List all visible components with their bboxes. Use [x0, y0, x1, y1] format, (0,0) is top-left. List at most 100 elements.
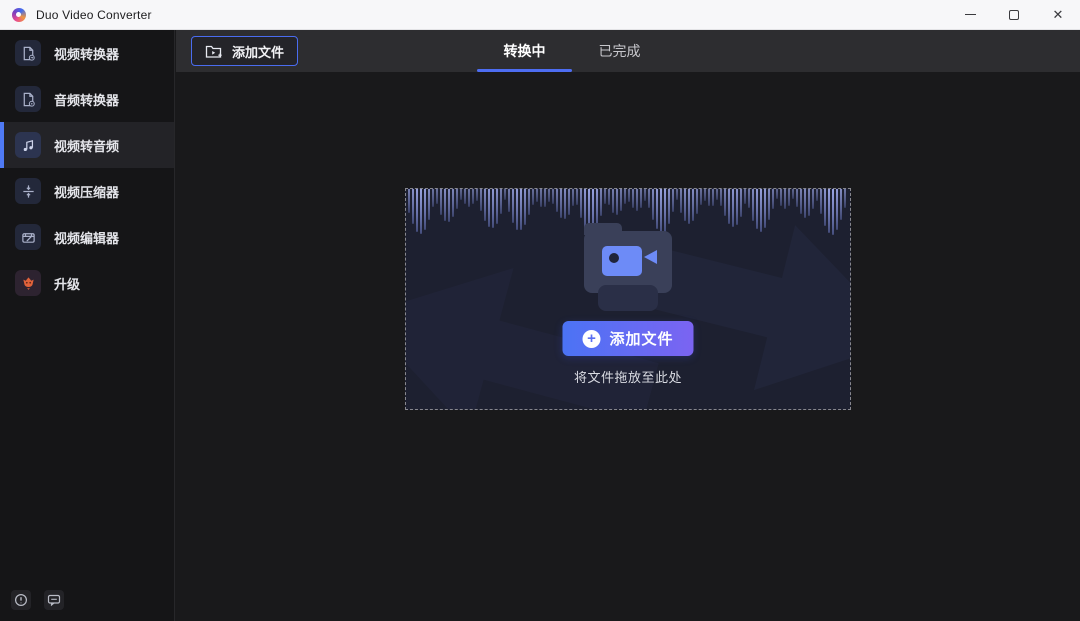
- waveform-bar: [576, 189, 578, 205]
- waveform-bar: [776, 189, 778, 199]
- waveform-bar: [420, 189, 422, 234]
- waveform-bar: [476, 189, 478, 201]
- waveform-bar: [612, 189, 614, 213]
- sidebar-item-video-to-audio[interactable]: 视频转音频: [0, 122, 174, 168]
- close-icon: ✕: [1053, 8, 1064, 21]
- waveform-bar: [496, 189, 498, 224]
- waveform-bar: [568, 189, 570, 215]
- video-camera-icon: [602, 246, 642, 276]
- info-button[interactable]: [11, 590, 31, 610]
- feedback-button[interactable]: [44, 590, 64, 610]
- waveform-bar: [712, 189, 714, 206]
- sidebar-item-upgrade[interactable]: 升级: [0, 260, 174, 306]
- waveform-bar: [460, 189, 462, 200]
- add-files-toolbar-label: 添加文件: [232, 42, 284, 61]
- waveform-bar: [540, 189, 542, 207]
- waveform-bar: [676, 189, 678, 200]
- waveform-bar: [652, 189, 654, 220]
- waveform-bar: [748, 189, 750, 208]
- waveform-bar: [668, 189, 670, 224]
- video-editor-icon: [15, 224, 41, 250]
- waveform-bar: [488, 189, 490, 227]
- waveform-bar: [704, 189, 706, 201]
- titlebar: Duo Video Converter ✕: [0, 0, 1080, 30]
- waveform-bar: [440, 189, 442, 215]
- sidebar-item-label: 音频转换器: [54, 90, 119, 109]
- waveform-bar: [724, 189, 726, 216]
- waveform-bar: [812, 189, 814, 209]
- sidebar-item-label: 视频编辑器: [54, 228, 119, 247]
- sidebar-item-audio-converter[interactable]: 音频转换器: [0, 76, 174, 122]
- waveform-bar: [624, 189, 626, 204]
- upgrade-icon: [15, 270, 41, 296]
- waveform-bar: [492, 189, 494, 228]
- file-dropzone[interactable]: + 添加文件 将文件拖放至此处: [405, 188, 851, 410]
- waveform-bar: [500, 189, 502, 214]
- waveform-bar: [464, 189, 466, 204]
- waveform-bar: [808, 189, 810, 216]
- dropzone-hint: 将文件拖放至此处: [406, 367, 850, 386]
- video-compressor-icon: [15, 178, 41, 204]
- waveform-bar: [832, 189, 834, 235]
- waveform-bar: [656, 189, 658, 229]
- waveform-bar: [788, 189, 790, 206]
- waveform-bar: [528, 189, 530, 215]
- close-button[interactable]: ✕: [1036, 0, 1080, 30]
- waveform-bar: [716, 189, 718, 200]
- waveform-bar: [504, 189, 506, 200]
- minimize-button[interactable]: [948, 0, 992, 30]
- tab-converting[interactable]: 转换中: [477, 30, 572, 72]
- waveform-bar: [664, 189, 666, 232]
- waveform-bar: [468, 189, 470, 207]
- toolbar: 添加文件 转换中 已完成: [176, 30, 1080, 72]
- add-files-toolbar-button[interactable]: 添加文件: [191, 36, 298, 66]
- waveform-bar: [484, 189, 486, 221]
- waveform-bar: [752, 189, 754, 221]
- sidebar-item-video-converter[interactable]: 视频转换器: [0, 30, 174, 76]
- waveform-bar: [660, 189, 662, 233]
- waveform-bar: [740, 189, 742, 217]
- feedback-icon: [47, 593, 61, 607]
- waveform-bar: [756, 189, 758, 229]
- sidebar-item-label: 视频转换器: [54, 44, 119, 63]
- waveform-bar: [696, 189, 698, 214]
- sidebar-item-label: 视频转音频: [54, 136, 119, 155]
- waveform-bar: [768, 189, 770, 220]
- waveform-bar: [604, 189, 606, 204]
- waveform-bar: [472, 189, 474, 204]
- waveform-bar: [764, 189, 766, 228]
- waveform-bar: [728, 189, 730, 224]
- tab-completed[interactable]: 已完成: [572, 30, 667, 72]
- add-folder-icon: [205, 44, 224, 59]
- waveform-bar: [840, 189, 842, 220]
- window-title: Duo Video Converter: [36, 8, 152, 22]
- sidebar-item-video-editor[interactable]: 视频编辑器: [0, 214, 174, 260]
- maximize-icon: [1009, 10, 1019, 20]
- sidebar-item-label: 升级: [54, 274, 80, 293]
- waveform-bar: [636, 189, 638, 211]
- waveform-bar: [596, 189, 598, 227]
- waveform-bar: [524, 189, 526, 225]
- video-to-audio-icon: [15, 132, 41, 158]
- waveform-bar: [520, 189, 522, 230]
- waveform-bar: [736, 189, 738, 225]
- waveform-bar: [816, 189, 818, 201]
- window-controls: ✕: [948, 0, 1080, 30]
- waveform-bar: [532, 189, 534, 205]
- waveform-bar: [608, 189, 610, 205]
- waveform-bar: [456, 189, 458, 209]
- waveform-bar: [444, 189, 446, 221]
- waveform-bar: [772, 189, 774, 209]
- main-content: + 添加文件 将文件拖放至此处: [176, 72, 1080, 621]
- waveform-bar: [620, 189, 622, 211]
- waveform-bar: [424, 189, 426, 230]
- waveform-bar: [412, 189, 414, 224]
- waveform-bar: [516, 189, 518, 230]
- video-camera-icon: [644, 250, 657, 264]
- sidebar-item-video-compressor[interactable]: 视频压缩器: [0, 168, 174, 214]
- waveform-bar: [508, 189, 510, 212]
- waveform-bar: [700, 189, 702, 205]
- add-files-button[interactable]: + 添加文件: [562, 321, 693, 356]
- waveform-bar: [836, 189, 838, 230]
- maximize-button[interactable]: [992, 0, 1036, 30]
